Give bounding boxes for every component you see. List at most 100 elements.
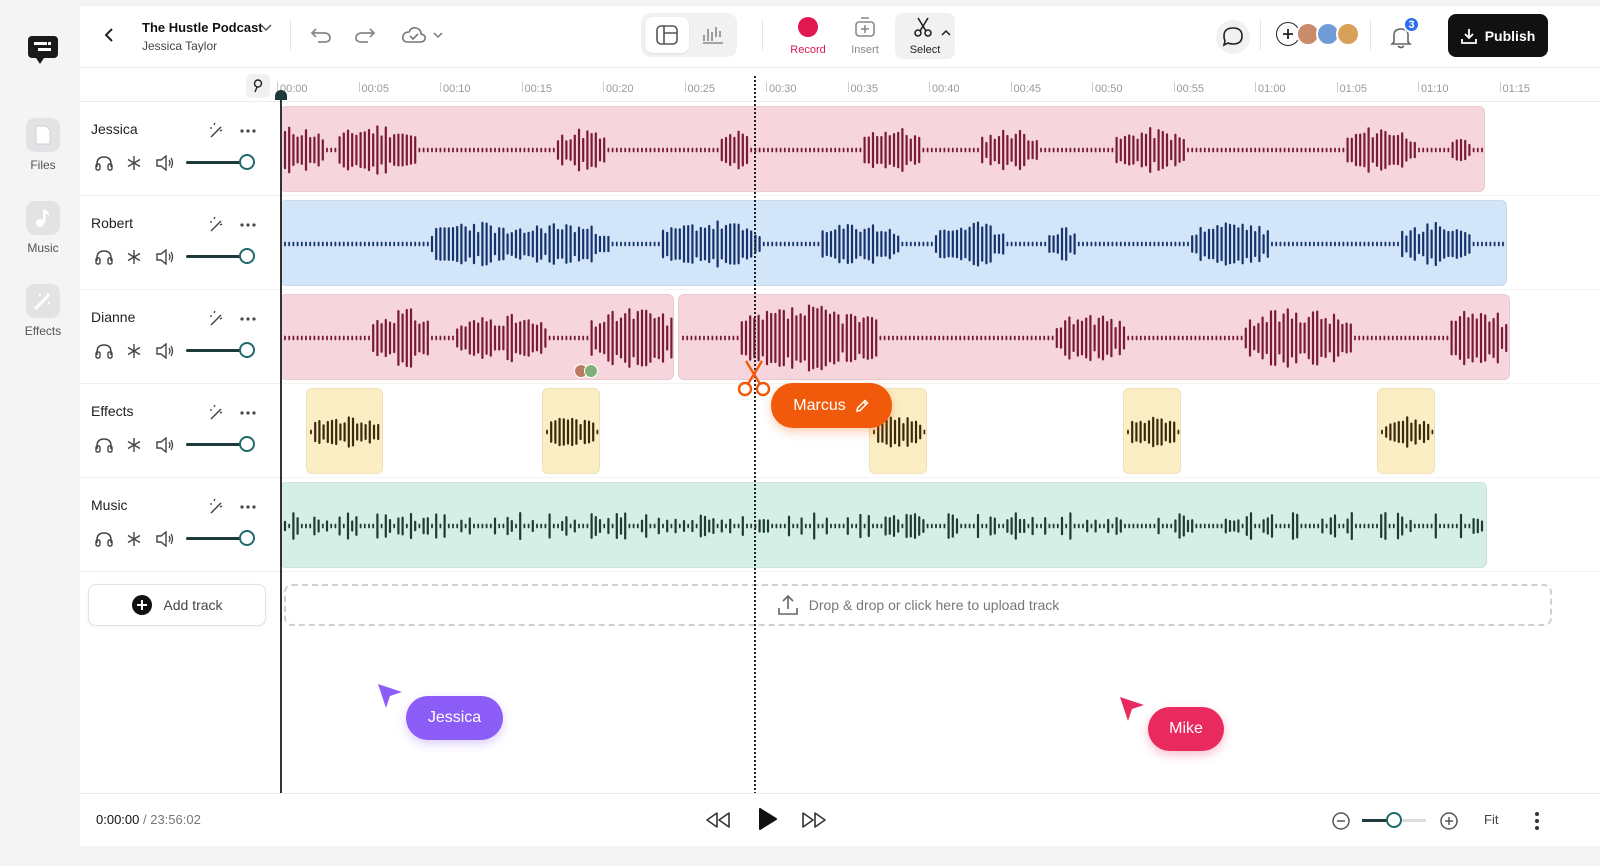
layout-view-button[interactable] (645, 17, 689, 53)
project-menu-button[interactable] (258, 20, 274, 36)
effect-clip[interactable] (1123, 388, 1181, 474)
freeze-button[interactable] (123, 434, 145, 456)
waveform-view-button[interactable] (691, 17, 735, 53)
volume-slider-knob[interactable] (239, 154, 255, 170)
volume-slider-knob[interactable] (239, 436, 255, 452)
cloud-save-button[interactable] (398, 22, 446, 48)
track-more-button[interactable] (237, 402, 259, 424)
rewind-button[interactable] (704, 806, 732, 834)
track-header[interactable]: Effects (80, 384, 280, 478)
track-magic-button[interactable] (206, 496, 228, 518)
volume-button[interactable] (154, 246, 176, 268)
upload-dropzone[interactable]: Drop & drop or click here to upload trac… (284, 584, 1552, 626)
select-button[interactable]: Select (895, 13, 955, 59)
more-horizontal-icon (240, 223, 256, 227)
avatar[interactable] (1336, 22, 1360, 46)
fast-forward-icon (802, 812, 826, 828)
headphones-button[interactable] (93, 434, 115, 456)
track-magic-button[interactable] (206, 308, 228, 330)
track-more-button[interactable] (237, 120, 259, 142)
volume-slider[interactable] (186, 342, 255, 358)
volume-button[interactable] (154, 340, 176, 362)
ruler-tick-label: 00:10 (443, 83, 471, 95)
track-more-button[interactable] (237, 308, 259, 330)
comments-button[interactable] (1216, 20, 1250, 54)
back-button[interactable] (98, 24, 120, 46)
collaborator-name: Jessica (427, 709, 482, 726)
track-lane[interactable] (280, 290, 1600, 384)
track-lane[interactable] (280, 478, 1600, 572)
track-name[interactable]: Jessica (91, 121, 138, 137)
track-name[interactable]: Effects (91, 403, 134, 419)
audio-clip[interactable] (280, 294, 674, 380)
snowflake-icon (127, 156, 141, 170)
volume-slider-knob[interactable] (239, 248, 255, 264)
project-title[interactable]: The Hustle Podcast (142, 20, 263, 35)
volume-slider[interactable] (186, 248, 255, 264)
track-header[interactable]: Jessica (80, 102, 280, 196)
more-options-button[interactable] (1526, 808, 1548, 834)
freeze-button[interactable] (123, 246, 145, 268)
volume-button[interactable] (154, 434, 176, 456)
track-lane[interactable] (280, 384, 1600, 478)
zoom-in-button[interactable] (1438, 810, 1460, 832)
fast-forward-button[interactable] (800, 806, 828, 834)
fit-button[interactable]: Fit (1484, 812, 1498, 827)
track-magic-button[interactable] (206, 214, 228, 236)
undo-button[interactable] (308, 22, 334, 48)
zoom-out-button[interactable] (1330, 810, 1352, 832)
effect-clip[interactable] (306, 388, 383, 474)
sidebar: Files Music Effects (6, 6, 80, 846)
track-header[interactable]: Robert (80, 196, 280, 290)
audio-clip[interactable] (280, 106, 1485, 192)
redo-button[interactable] (352, 22, 378, 48)
freeze-button[interactable] (123, 152, 145, 174)
play-button[interactable] (752, 804, 782, 834)
zoom-slider[interactable] (1362, 812, 1426, 828)
volume-slider[interactable] (186, 436, 255, 452)
track-lane[interactable] (280, 196, 1600, 290)
sidebar-item-music[interactable]: Music (6, 201, 80, 255)
insert-button[interactable]: Insert (835, 13, 895, 59)
track-name[interactable]: Music (91, 497, 128, 513)
track-magic-button[interactable] (206, 402, 228, 424)
scissors-cut-icon[interactable] (736, 358, 772, 398)
collaborator-tag-marcus[interactable]: Marcus (771, 383, 892, 428)
add-track-button[interactable]: Add track (88, 584, 266, 626)
audio-clip[interactable] (280, 482, 1487, 568)
volume-slider[interactable] (186, 154, 255, 170)
track-lane[interactable] (280, 102, 1600, 196)
timeline-ruler[interactable]: 00:00 00:05 00:10 00:15 00:20 00:25 00:30 00:35… (80, 68, 1600, 102)
ruler-tick (684, 82, 686, 92)
headphones-button[interactable] (93, 152, 115, 174)
track-more-button[interactable] (237, 214, 259, 236)
track-more-button[interactable] (237, 496, 259, 518)
audio-clip[interactable] (280, 200, 1507, 286)
effect-clip[interactable] (1377, 388, 1435, 474)
volume-button[interactable] (154, 528, 176, 550)
sidebar-item-effects[interactable]: Effects (6, 284, 80, 338)
headphones-button[interactable] (93, 340, 115, 362)
volume-slider-knob[interactable] (239, 530, 255, 546)
track-name[interactable]: Dianne (91, 309, 135, 325)
volume-slider[interactable] (186, 530, 255, 546)
track-magic-button[interactable] (206, 120, 228, 142)
playhead[interactable] (754, 76, 756, 794)
effect-clip[interactable] (542, 388, 600, 474)
zoom-slider-knob[interactable] (1386, 812, 1402, 828)
track-name[interactable]: Robert (91, 215, 133, 231)
marker-button[interactable] (246, 74, 270, 98)
headphones-button[interactable] (93, 528, 115, 550)
audio-clip[interactable] (678, 294, 1510, 380)
volume-button[interactable] (154, 152, 176, 174)
track-header[interactable]: Music (80, 478, 280, 572)
speaker-icon (156, 155, 174, 171)
publish-button[interactable]: Publish (1448, 14, 1548, 57)
headphones-button[interactable] (93, 246, 115, 268)
record-button[interactable]: Record (778, 13, 838, 59)
freeze-button[interactable] (123, 340, 145, 362)
volume-slider-knob[interactable] (239, 342, 255, 358)
freeze-button[interactable] (123, 528, 145, 550)
track-header[interactable]: Dianne (80, 290, 280, 384)
sidebar-item-files[interactable]: Files (6, 118, 80, 172)
